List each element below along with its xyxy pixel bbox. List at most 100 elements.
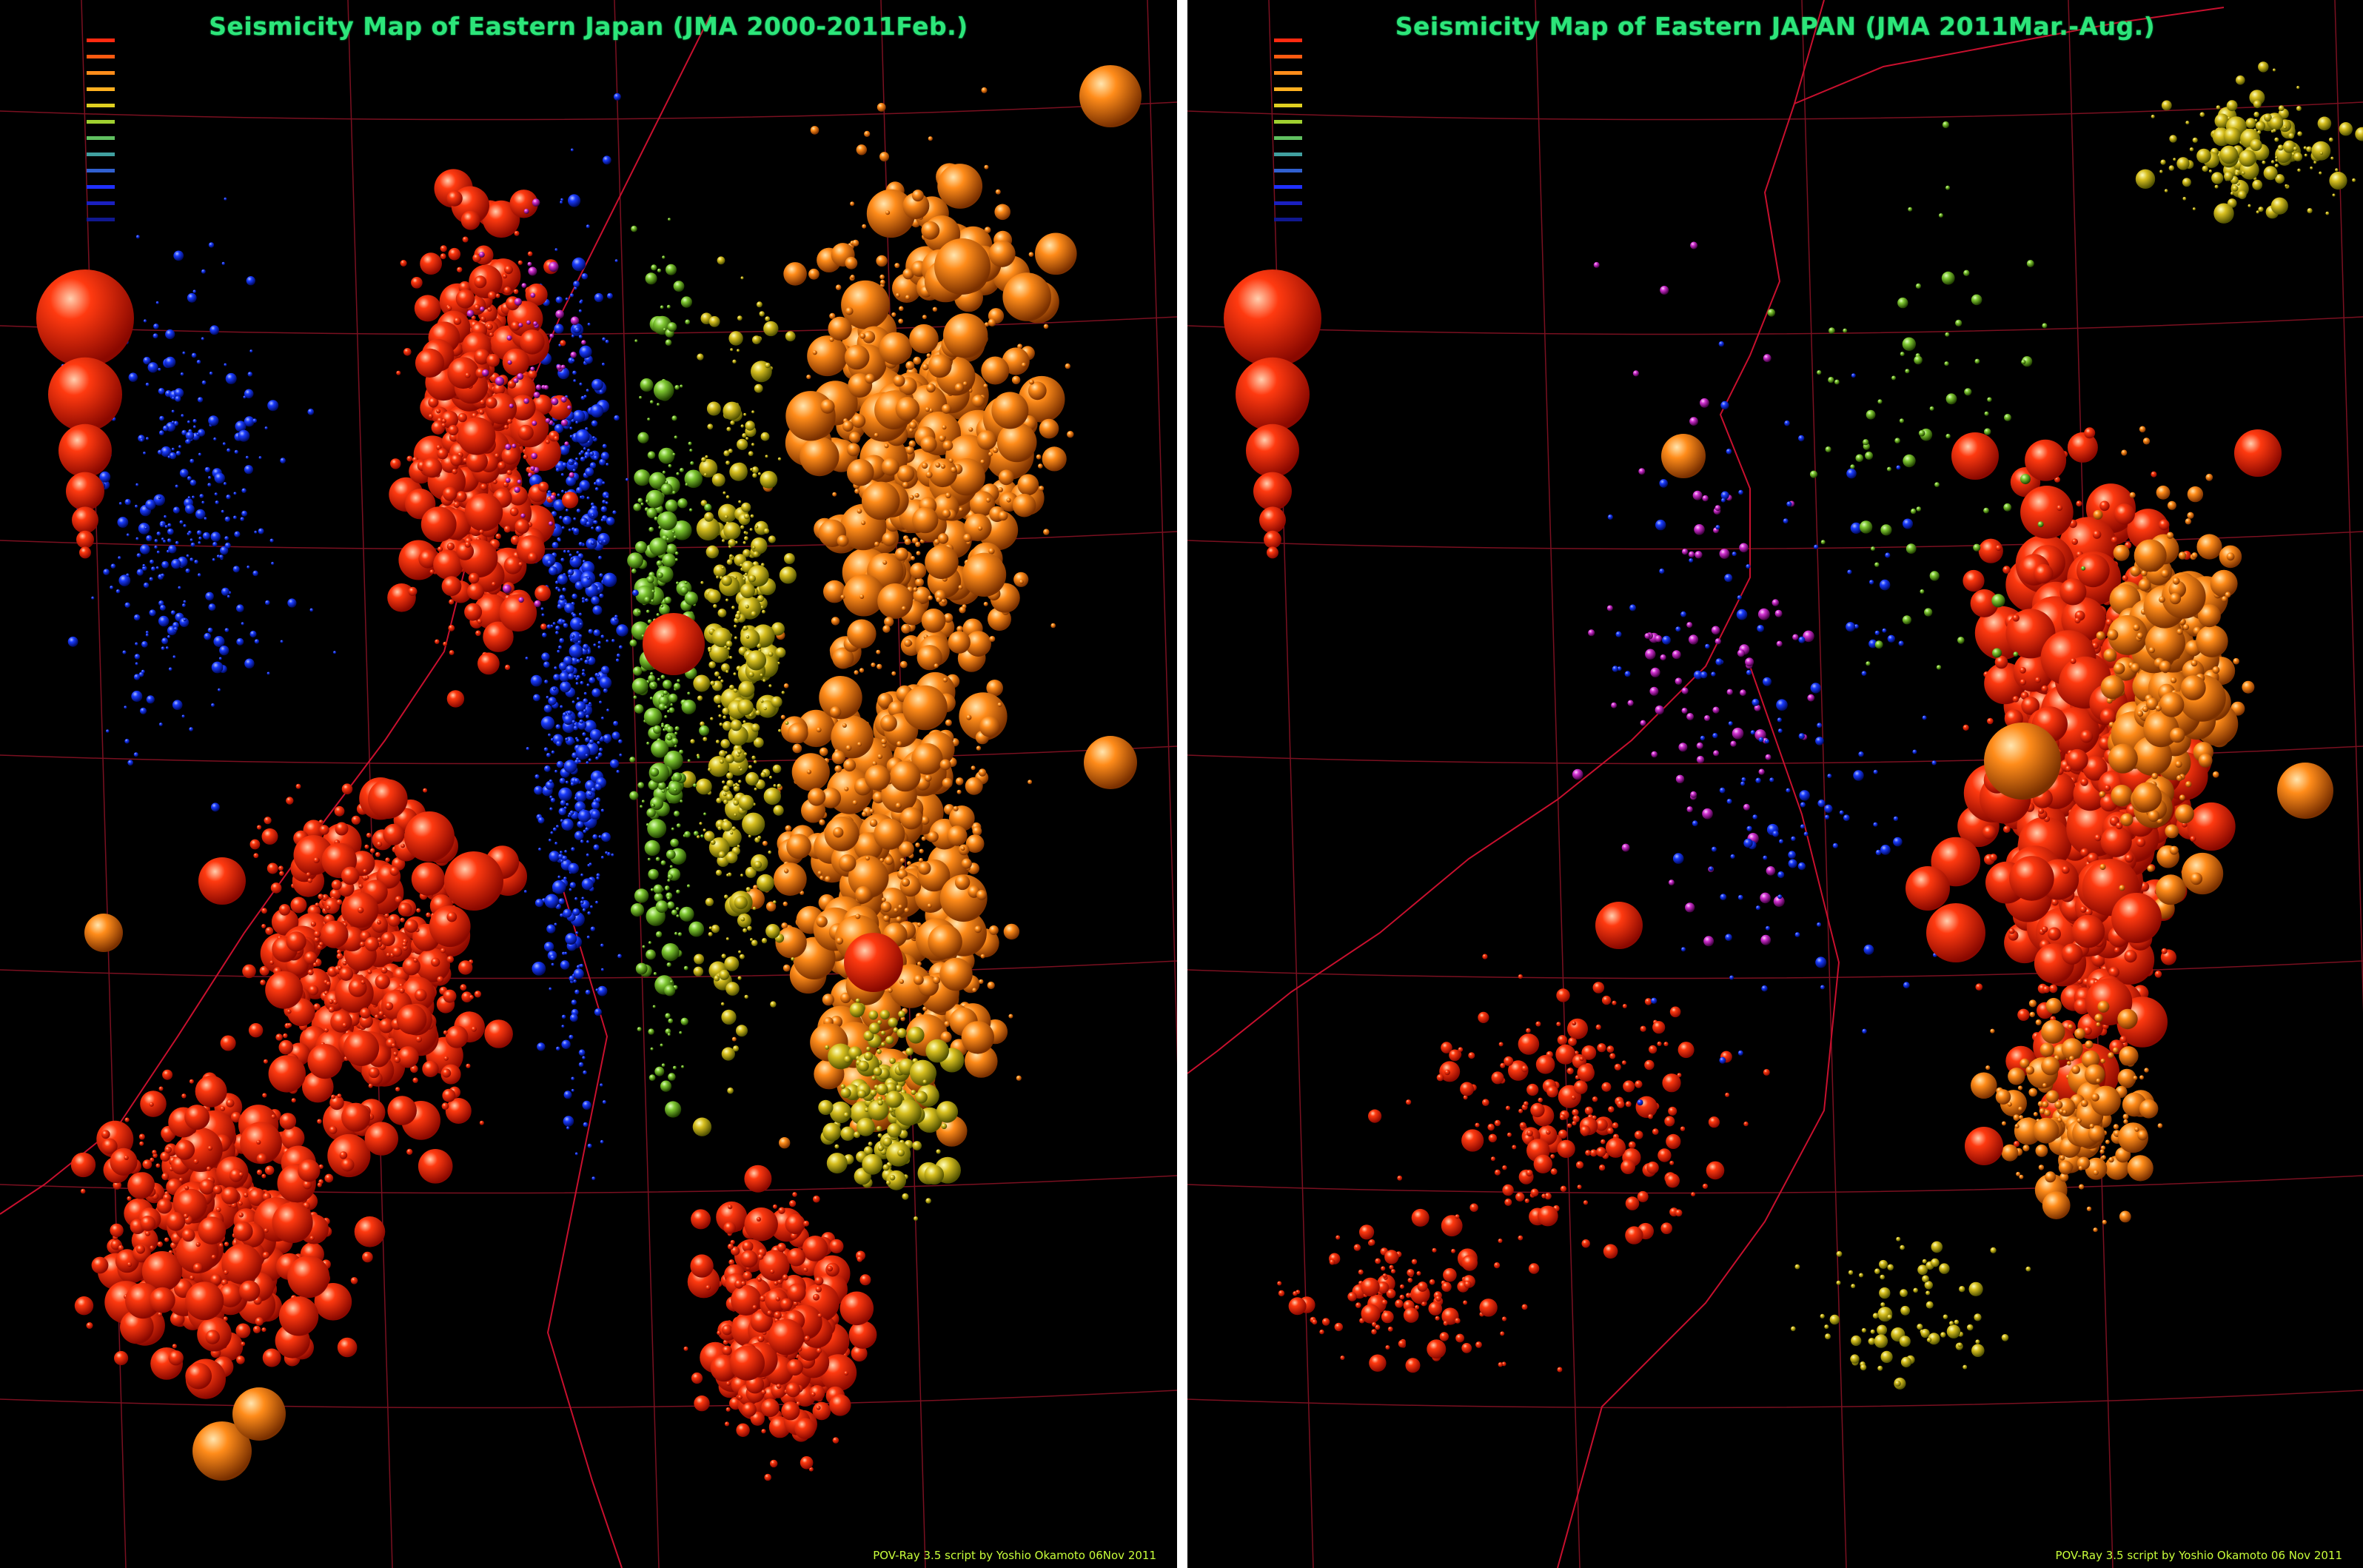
earthquake-point [629, 757, 636, 763]
earthquake-point [718, 851, 725, 858]
earthquake-points [1277, 61, 2363, 1390]
earthquake-point [743, 720, 746, 723]
earthquake-point [555, 309, 564, 319]
magnitude-sphere [58, 423, 112, 478]
earthquake-point [859, 1274, 871, 1286]
earthquake-point [981, 87, 988, 93]
earthquake-point [187, 292, 197, 303]
earthquake-point [416, 908, 421, 913]
earthquake-point [245, 455, 249, 459]
earthquake-point [399, 988, 405, 994]
earthquake-point [730, 831, 734, 835]
earthquake-point [503, 584, 512, 594]
earthquake-point [838, 854, 857, 872]
earthquake-point [606, 463, 609, 466]
earthquake-point [190, 479, 197, 486]
earthquake-point [195, 1242, 201, 1247]
earthquake-point [591, 596, 600, 605]
earthquake-point [674, 558, 678, 561]
earthquake-point [751, 537, 768, 555]
earthquake-point [175, 540, 179, 545]
earthquake-point [734, 813, 737, 817]
earthquake-point [814, 1276, 824, 1286]
earthquake-point [851, 414, 866, 428]
earthquake-point [1016, 1075, 1022, 1081]
earthquake-point [670, 838, 679, 848]
earthquake-point [234, 449, 238, 455]
earthquake-point [742, 433, 747, 438]
earthquake-point [947, 825, 968, 846]
earthquake-point [676, 914, 680, 918]
earthquake-point [704, 503, 712, 512]
earthquake-point [908, 428, 914, 433]
earthquake-point [889, 1174, 896, 1181]
earthquake-point [891, 671, 896, 676]
earthquake-point [953, 805, 959, 811]
earthquake-point [588, 629, 593, 634]
earthquake-point [576, 486, 583, 494]
earthquake-point [213, 636, 225, 647]
earthquake-point [665, 499, 678, 512]
earthquake-point [997, 702, 1002, 707]
earthquake-point [572, 469, 576, 472]
earthquake-point [994, 204, 1010, 221]
earthquake-point [573, 281, 580, 288]
earthquake-point [779, 566, 797, 584]
earthquake-point [901, 606, 907, 612]
earthquake-point [486, 353, 500, 367]
earthquake-point [756, 1216, 762, 1222]
earthquake-point [721, 820, 733, 831]
earthquake-point [549, 779, 553, 783]
earthquake-point [572, 593, 577, 600]
earthquake-point [199, 1179, 215, 1195]
earthquake-point [201, 269, 206, 274]
earthquake-point [570, 638, 574, 642]
earthquake-point [734, 613, 741, 620]
earthquake-point [713, 604, 717, 609]
earthquake-point [190, 557, 194, 562]
earthquake-point [761, 1429, 766, 1434]
earthquake-point [748, 574, 756, 583]
depth-scale-swatch [87, 136, 115, 140]
earthquake-point [464, 603, 483, 621]
earthquake-point [600, 856, 604, 860]
earthquake-point [674, 552, 679, 555]
earthquake-point [912, 506, 939, 534]
earthquake-point [404, 919, 418, 934]
earthquake-point [667, 781, 683, 796]
earthquake-point [579, 719, 584, 724]
earthquake-point [190, 538, 193, 542]
earthquake-point [663, 728, 666, 731]
earthquake-point [1050, 623, 1056, 629]
earthquake-point [194, 560, 198, 564]
earthquake-point [859, 333, 866, 339]
earthquake-point [192, 289, 197, 294]
earthquake-point [561, 526, 565, 529]
earthquake-point [164, 356, 176, 368]
earthquake-point [525, 657, 529, 660]
earthquake-point [706, 401, 721, 416]
earthquake-point [725, 460, 730, 465]
earthquake-point [202, 532, 210, 540]
earthquake-point [584, 659, 589, 665]
earthquake-point [791, 957, 795, 961]
earthquake-point [598, 835, 602, 839]
earthquake-point [570, 460, 574, 463]
earthquake-point [579, 382, 583, 386]
earthquake-point [836, 937, 844, 945]
earthquake-point [699, 822, 703, 825]
earthquake-point [988, 318, 996, 327]
earthquake-point [557, 538, 562, 542]
earthquake-point [544, 894, 559, 908]
earthquake-point [976, 746, 982, 751]
earthquake-point [336, 953, 343, 960]
earthquake-point [988, 925, 999, 935]
earthquake-point [708, 768, 711, 771]
earthquake-point [782, 901, 788, 907]
earthquake-point [660, 860, 666, 865]
earthquake-point [715, 869, 723, 876]
earthquake-point [422, 1060, 439, 1078]
earthquake-point [593, 482, 597, 486]
earthquake-point [640, 378, 654, 392]
earthquake-point [934, 238, 991, 295]
